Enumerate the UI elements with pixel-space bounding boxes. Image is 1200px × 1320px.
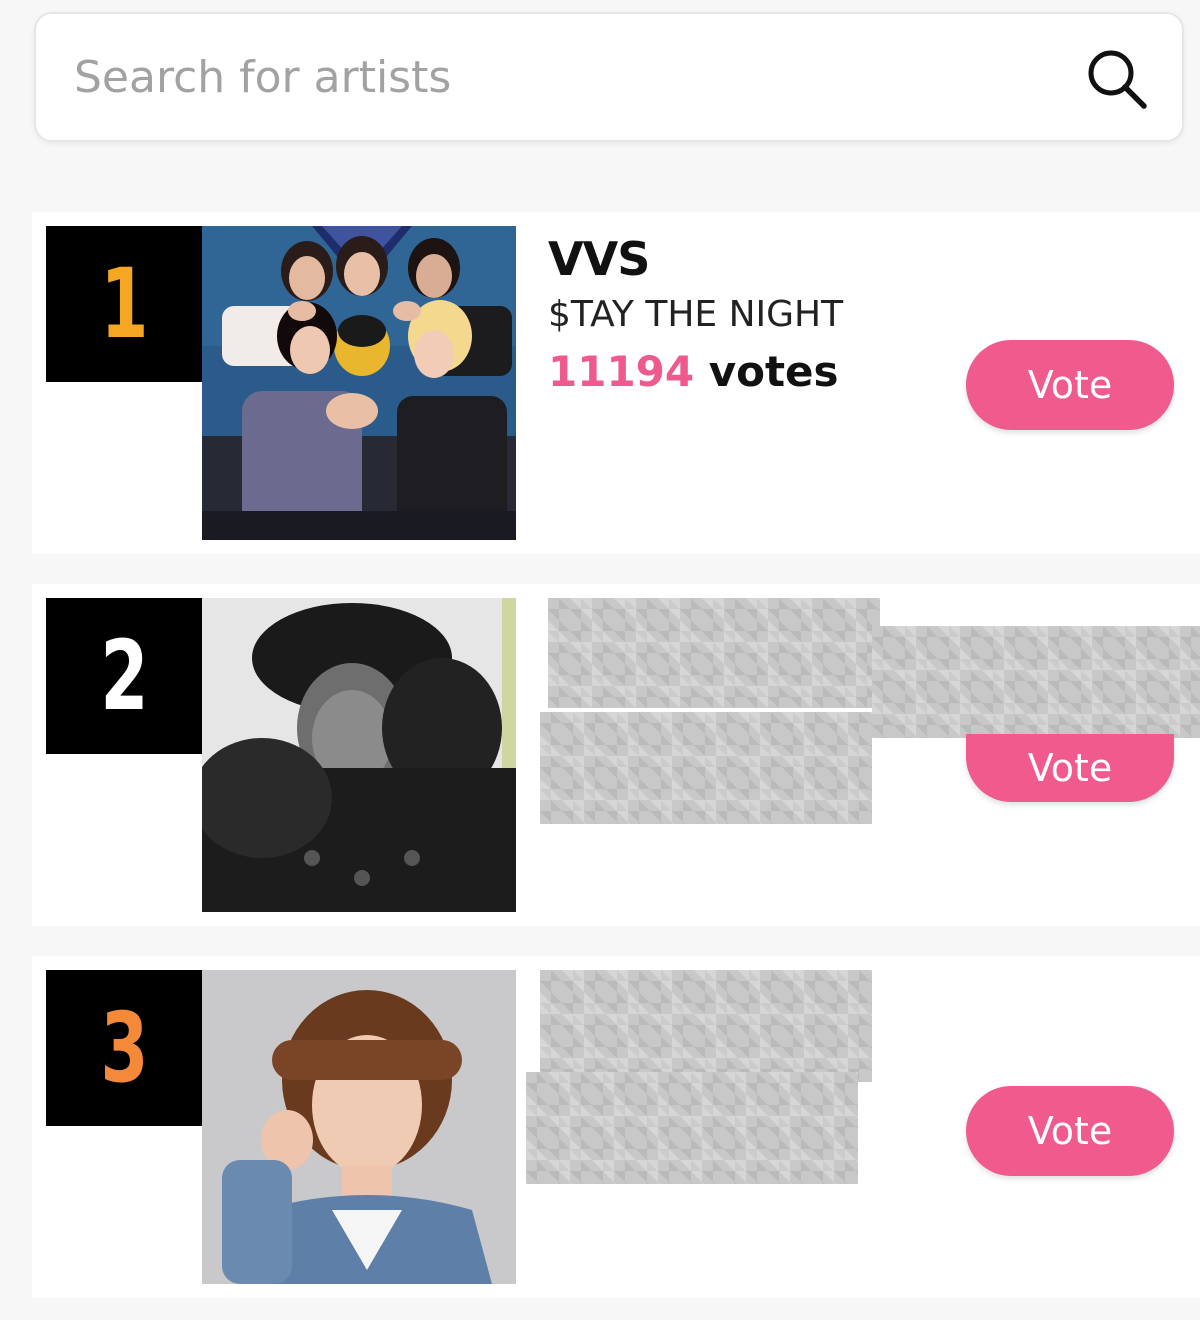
artist-photo [202,598,516,912]
vote-button[interactable]: Vote [966,1086,1174,1176]
redacted-info [540,712,872,824]
vote-count: 11194 [548,347,695,396]
artist-info: VVS $TAY THE NIGHT 11194 votes [548,230,968,402]
rank-badge: 2 [46,598,202,754]
artist-name: VVS [548,232,650,286]
redacted-info [540,970,872,1082]
search-icon[interactable] [1082,44,1152,114]
artist-photo [202,226,516,540]
search-input[interactable] [74,44,1034,110]
rank-number: 2 [99,620,149,732]
rank-number: 1 [99,248,149,360]
votes-label: votes [694,347,839,396]
ranking-item: 2 Vote [32,584,1200,926]
ranking-item: 1 VVS $TAY THE NIGHT 11194 votes Vote [32,212,1200,554]
redacted-info [526,1072,858,1184]
search-bar [34,12,1184,142]
ranking-item: 3 Vote [32,956,1200,1298]
redacted-info [872,626,1200,738]
artist-photo [202,970,516,1284]
rank-badge: 3 [46,970,202,1126]
vote-button[interactable]: Vote [966,340,1174,430]
rank-number: 3 [99,992,149,1104]
vote-button[interactable]: Vote [966,734,1174,802]
song-title: $TAY THE NIGHT [548,294,844,335]
votes-line: 11194 votes [548,342,968,402]
rank-badge: 1 [46,226,202,382]
redacted-info [548,598,880,708]
